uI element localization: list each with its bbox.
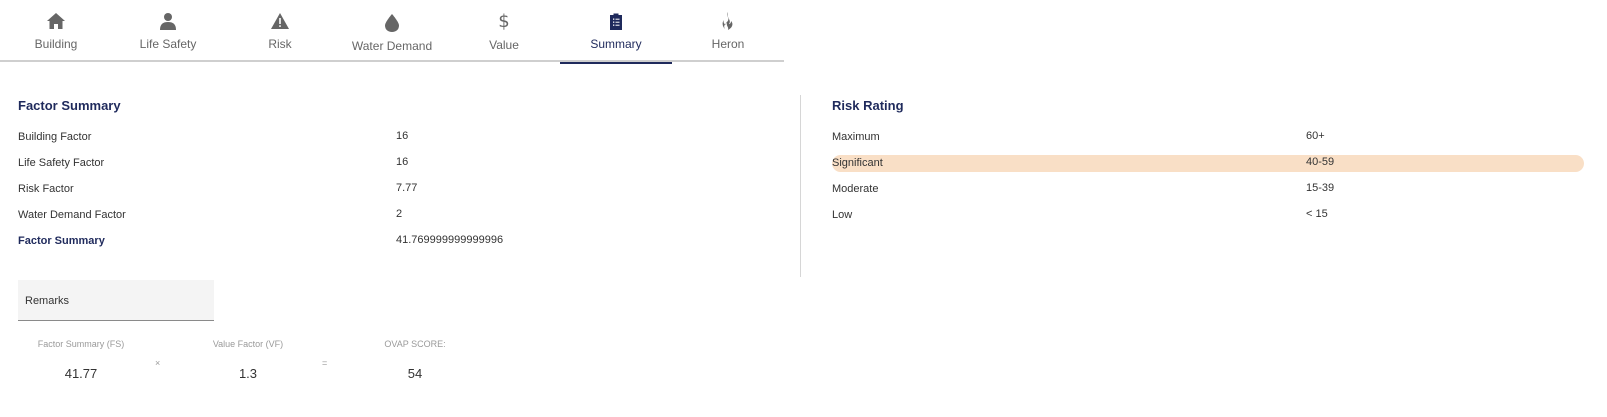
life-safety-factor-label: Life Safety Factor — [18, 157, 105, 169]
remarks-field[interactable]: Remarks — [18, 280, 214, 321]
ovap-score-value: 54 — [407, 366, 423, 381]
building-factor-label: Building Factor — [18, 131, 92, 143]
water-demand-factor-value: 2 — [396, 208, 403, 220]
fs-value: 41.77 — [64, 366, 98, 381]
times-operator: × — [155, 358, 161, 368]
risk-rating-maximum-label: Maximum — [832, 131, 880, 143]
risk-factor-value: 7.77 — [396, 182, 418, 194]
risk-factor-label: Risk Factor — [18, 183, 74, 195]
droplet-icon — [336, 12, 448, 34]
risk-rating-low-value: < 15 — [1306, 208, 1328, 220]
life-safety-factor-value: 16 — [396, 156, 409, 168]
warning-icon — [224, 10, 336, 32]
dollar-icon: $ — [498, 10, 510, 32]
tab-summary-label: Summary — [590, 37, 642, 51]
factor-summary-title: Factor Summary — [18, 98, 121, 113]
tab-water-demand[interactable]: Water Demand — [336, 0, 448, 62]
person-icon — [112, 10, 224, 32]
tab-life-safety[interactable]: Life Safety — [112, 0, 224, 62]
active-tab-indicator — [560, 62, 672, 64]
clipboard-icon — [560, 10, 672, 32]
risk-rating-significant-label: Significant — [832, 157, 883, 169]
factor-summary-total-label: Factor Summary — [18, 235, 105, 247]
tab-risk[interactable]: Risk — [224, 0, 336, 62]
tab-value[interactable]: $ Value — [448, 0, 560, 62]
building-factor-value: 16 — [396, 130, 409, 142]
factor-summary-total-value: 41.769999999999996 — [396, 234, 504, 246]
water-demand-factor-label: Water Demand Factor — [18, 209, 126, 221]
risk-rating-maximum-value: 60+ — [1306, 130, 1325, 142]
tab-summary[interactable]: Summary — [560, 0, 672, 64]
risk-rating-low-label: Low — [832, 209, 853, 221]
tab-building-label: Building — [34, 37, 78, 51]
tab-value-label: Value — [489, 38, 519, 52]
risk-rating-moderate-label: Moderate — [832, 183, 879, 195]
tab-building[interactable]: Building — [0, 0, 112, 62]
risk-rating-title: Risk Rating — [832, 98, 904, 113]
section-divider — [800, 95, 801, 277]
ovap-score-label: OVAP SCORE: — [384, 339, 446, 349]
risk-rating-moderate-value: 15-39 — [1306, 182, 1335, 194]
vf-value: 1.3 — [238, 366, 258, 381]
remarks-label: Remarks — [25, 295, 70, 307]
fs-label: Factor Summary (FS) — [37, 339, 125, 349]
tab-heron[interactable]: Heron — [672, 0, 784, 62]
tab-risk-label: Risk — [268, 37, 292, 51]
tab-heron-label: Heron — [711, 37, 745, 51]
tab-water-demand-label: Water Demand — [351, 39, 433, 53]
home-icon — [0, 10, 112, 32]
vf-label: Value Factor (VF) — [212, 339, 284, 349]
risk-rating-significant-value: 40-59 — [1306, 156, 1335, 168]
flame-icon — [672, 10, 784, 32]
equals-operator: = — [322, 358, 328, 368]
risk-rating-highlight — [832, 155, 1584, 172]
tab-bar: Building Life Safety Risk Water Demand $… — [0, 0, 784, 64]
tab-life-safety-label: Life Safety — [139, 37, 197, 51]
